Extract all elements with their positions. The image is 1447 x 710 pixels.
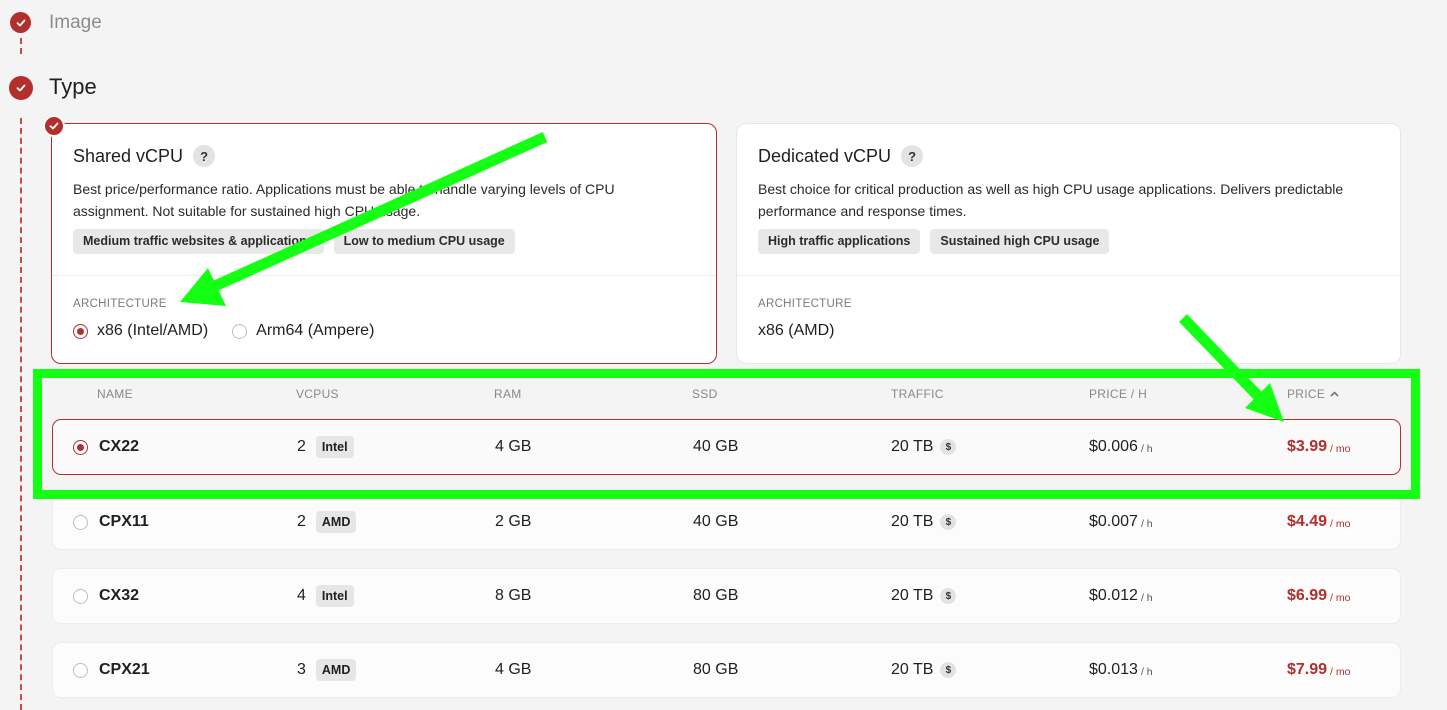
price-h-value: $0.012 [1089,587,1138,604]
step-type-label: Type [49,74,97,99]
row-vcpus: 4 Intel [297,569,354,623]
price-h-value: $0.007 [1089,513,1138,530]
row-vcpus: 3 AMD [297,643,357,697]
row-price: $6.99 / mo [1287,569,1350,623]
architecture-label: ARCHITECTURE [73,298,167,310]
price-h-unit: / h [1140,518,1153,530]
help-icon[interactable]: ? [901,145,924,167]
step-type-check-icon[interactable] [9,76,33,100]
radio-icon[interactable] [73,588,88,604]
radio-icon[interactable] [73,514,88,530]
server-name: CPX11 [99,513,149,530]
price-value: $7.99 [1287,661,1328,678]
row-price: $7.99 / mo [1287,643,1350,697]
architecture-option-x86[interactable]: x86 (Intel/AMD) [73,322,208,340]
server-name: CPX21 [99,661,150,678]
price-unit: / mo [1330,518,1351,530]
row-price: $4.49 / mo [1287,495,1350,549]
step-connector-type [20,118,22,710]
row-price-h: $0.012 / h [1089,569,1153,623]
type-card-shared-vcpu[interactable]: Shared vCPU ? Best price/performance rat… [51,123,717,364]
card-description-line: Best choice for critical production as w… [758,181,1344,197]
vcpu-count: 3 [297,661,306,678]
type-card-dedicated-vcpu[interactable]: Dedicated vCPU ? Best choice for critica… [736,123,1401,364]
step-image-check-icon[interactable] [10,12,31,33]
card-selected-check-icon [43,115,65,137]
radio-selected-icon[interactable] [73,323,88,339]
architecture-value: x86 (AMD) [758,322,835,339]
table-row[interactable]: CPX21 3 AMD 4 GB 80 GB 20 TB $ $0.013 / … [52,642,1401,698]
vcpu-count: 4 [297,587,306,604]
row-ram: 8 GB [495,587,532,604]
cpu-badge: AMD [315,659,357,681]
traffic-value: 20 TB [891,513,934,530]
price-unit: / mo [1330,592,1351,604]
card-tags: High traffic applications Sustained high… [758,229,1110,254]
tag: Low to medium CPU usage [333,229,515,254]
card-title: Dedicated vCPU ? [758,145,924,167]
row-name: CPX11 [73,495,149,549]
row-ssd: 80 GB [693,587,739,604]
row-ram: 4 GB [495,661,532,678]
row-ssd: 80 GB [693,661,739,678]
row-traffic: 20 TB $ [891,569,957,623]
annotation-highlight-box [33,369,1420,499]
help-icon[interactable]: ? [193,145,216,167]
row-price-h: $0.013 / h [1089,643,1153,697]
traffic-value: 20 TB [891,587,934,604]
tag: Sustained high CPU usage [930,229,1110,254]
card-title-text: Shared vCPU [73,145,184,166]
price-h-unit: / h [1140,666,1153,678]
table-row[interactable]: CPX11 2 AMD 2 GB 40 GB 20 TB $ $0.007 / … [52,494,1401,550]
vcpu-count: 2 [297,513,306,530]
architecture-options: x86 (Intel/AMD) Arm64 (Ampere) [73,322,374,340]
divider [737,275,1400,276]
row-name: CPX21 [73,643,150,697]
divider [52,275,716,276]
card-description: Best choice for critical production as w… [758,178,1343,222]
architecture-option-arm64[interactable]: Arm64 (Ampere) [232,322,374,340]
cpu-badge: Intel [315,585,354,607]
row-price-h: $0.007 / h [1089,495,1153,549]
cpu-badge: AMD [315,511,357,533]
traffic-value: 20 TB [891,661,934,678]
price-value: $6.99 [1287,587,1328,604]
card-title: Shared vCPU ? [73,145,216,167]
price-h-unit: / h [1140,592,1153,604]
row-traffic: 20 TB $ [891,495,957,549]
row-traffic: 20 TB $ [891,643,957,697]
card-description-line: assignment. Not suitable for sustained h… [73,203,421,219]
step-connector [20,38,22,54]
radio-icon[interactable] [232,323,248,339]
price-value: $4.49 [1287,513,1328,530]
row-ram: 2 GB [495,513,532,530]
price-unit: / mo [1330,666,1351,678]
server-name: CX32 [99,587,140,604]
table-row[interactable]: CX32 4 Intel 8 GB 80 GB 20 TB $ $0.012 /… [52,568,1401,624]
card-tags: Medium traffic websites & applications L… [73,229,515,254]
card-description-line: performance and response times. [758,203,967,219]
dollar-icon[interactable]: $ [940,588,957,604]
architecture-label: ARCHITECTURE [758,298,852,310]
row-name: CX32 [73,569,139,623]
card-description: Best price/performance ratio. Applicatio… [73,178,615,222]
price-h-value: $0.013 [1089,661,1138,678]
architecture-option-label: Arm64 (Ampere) [256,322,375,339]
card-description-line: Best price/performance ratio. Applicatio… [73,181,615,197]
step-image-label[interactable]: Image [49,12,102,34]
row-vcpus: 2 AMD [297,495,357,549]
tag: Medium traffic websites & applications [73,229,324,254]
dollar-icon[interactable]: $ [940,662,957,678]
tag: High traffic applications [758,229,921,254]
radio-icon[interactable] [73,662,88,678]
architecture-option-label: x86 (Intel/AMD) [97,322,209,339]
dollar-icon[interactable]: $ [940,514,957,530]
card-title-text: Dedicated vCPU [758,145,892,166]
row-ssd: 40 GB [693,513,739,530]
